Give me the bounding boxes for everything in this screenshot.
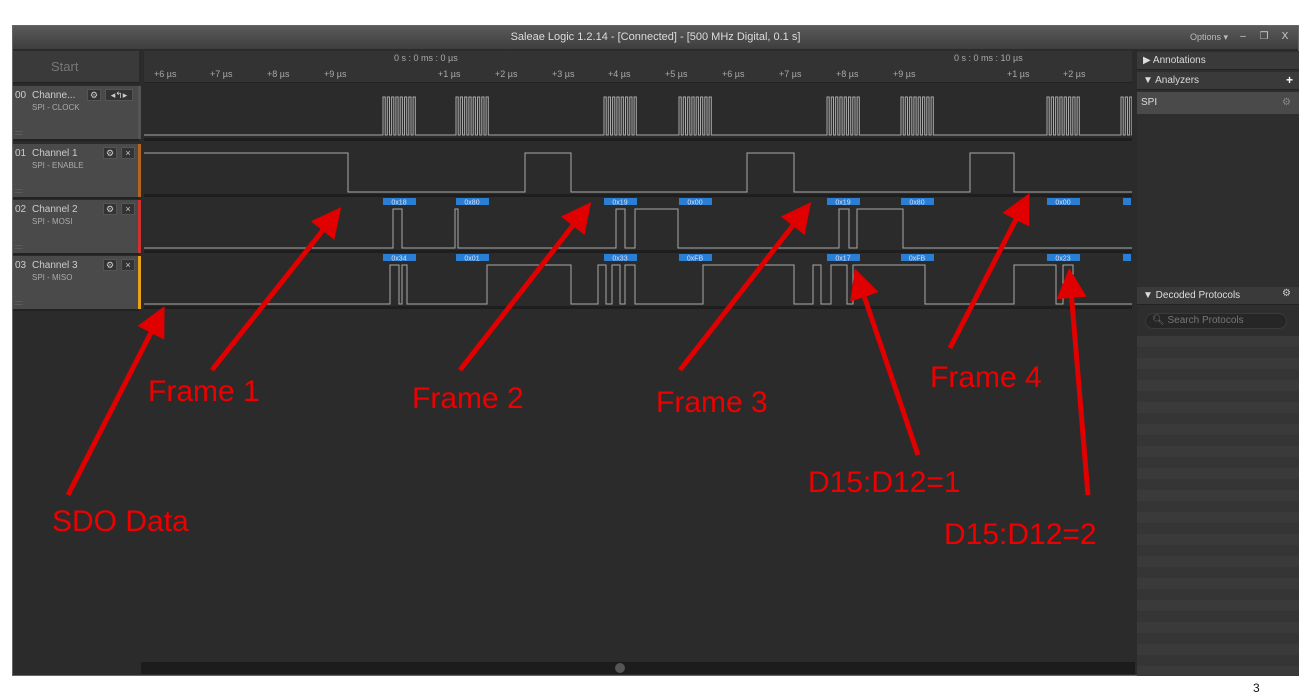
annotation-frame-1: Frame 1 — [148, 375, 260, 408]
annotation-d15-d12-1: D15:D12=1 — [808, 466, 961, 499]
annotation-d15-d12-2: D15:D12=2 — [944, 518, 1097, 551]
annotation-arrow — [850, 268, 921, 456]
annotation-arrow — [210, 207, 342, 372]
annotation-arrow — [947, 193, 1030, 350]
annotation-frame-3: Frame 3 — [656, 386, 768, 419]
annotation-sdo-data: SDO Data — [52, 505, 189, 538]
annotation-arrow — [1056, 268, 1091, 496]
annotation-arrow — [678, 202, 812, 372]
annotation-arrows — [65, 193, 1091, 497]
annotation-frame-2: Frame 2 — [412, 382, 524, 415]
annotation-arrow — [458, 202, 592, 372]
annotation-frame-4: Frame 4 — [930, 361, 1042, 394]
annotation-arrow — [65, 306, 165, 497]
